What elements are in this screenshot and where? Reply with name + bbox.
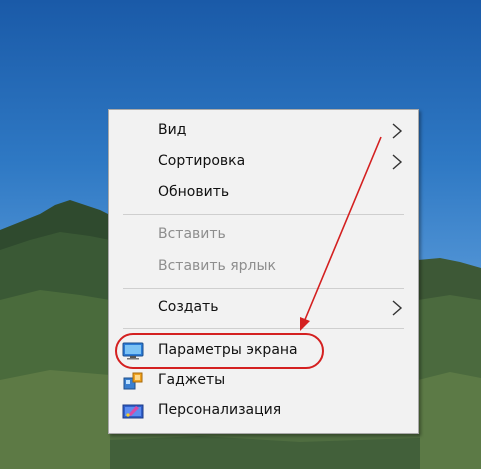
gadgets-icon (123, 372, 143, 390)
menu-item-label: Вид (158, 122, 187, 138)
menu-item-view[interactable]: Вид (109, 116, 418, 146)
menu-item-new[interactable]: Создать (109, 293, 418, 323)
menu-separator (123, 328, 404, 329)
menu-separator (123, 214, 404, 215)
menu-item-paste: Вставить (109, 220, 418, 250)
menu-item-label: Гаджеты (158, 372, 226, 388)
desktop-context-menu: Вид Сортировка Обновить Вставить Вставит… (108, 109, 419, 434)
menu-item-label: Создать (158, 299, 219, 315)
chevron-right-icon (392, 123, 403, 139)
menu-item-paste-shortcut: Вставить ярлык (109, 252, 418, 282)
menu-item-label: Вставить ярлык (158, 258, 277, 274)
chevron-right-icon (392, 300, 403, 316)
menu-item-personalization[interactable]: Персонализация (109, 396, 418, 426)
menu-item-sort[interactable]: Сортировка (109, 147, 418, 177)
menu-item-gadgets[interactable]: Гаджеты (109, 366, 418, 396)
menu-separator (123, 288, 404, 289)
highlight-ellipse (115, 333, 324, 369)
chevron-right-icon (392, 154, 403, 170)
menu-item-refresh[interactable]: Обновить (109, 178, 418, 208)
menu-item-label: Персонализация (158, 402, 282, 418)
personalization-icon (122, 404, 144, 419)
menu-item-label: Обновить (158, 184, 230, 200)
menu-item-label: Сортировка (158, 153, 246, 169)
menu-item-label: Вставить (158, 226, 226, 242)
